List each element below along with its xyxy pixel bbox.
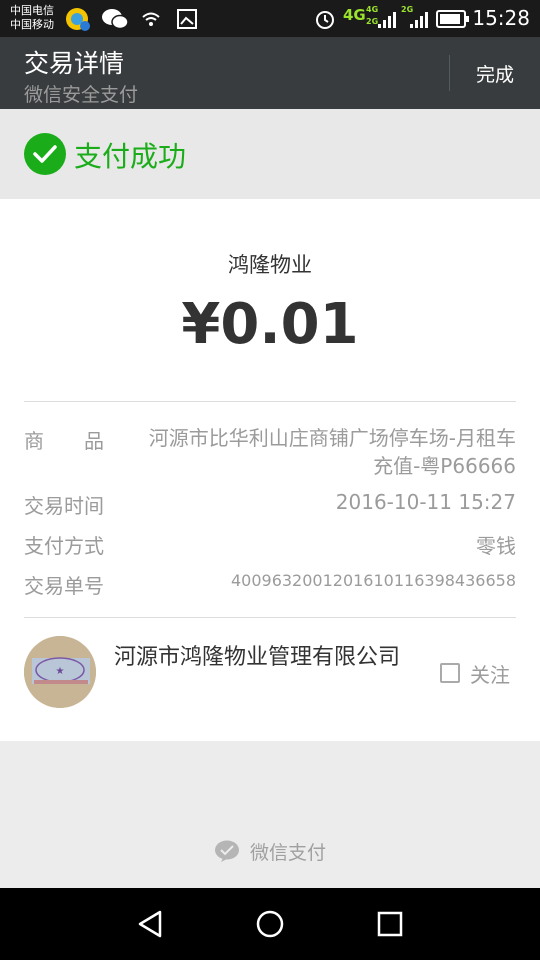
order-label: 交易单号 (24, 574, 104, 598)
back-icon[interactable] (130, 904, 170, 944)
alarm-icon (316, 11, 334, 29)
seal-image: ★ (24, 636, 96, 708)
carrier-bottom: 中国移动 (10, 18, 54, 31)
image-icon (177, 9, 197, 29)
goods-label: 商 品 (24, 429, 104, 453)
wechat-pay-icon (214, 840, 239, 862)
carrier-top: 中国电信 (10, 4, 54, 17)
goods-value: 河源市比华利山庄商铺广场停车场-月租车充值-粤P66666 (148, 426, 516, 478)
home-icon[interactable] (250, 904, 290, 944)
app-notification-icon (66, 8, 90, 31)
footer-brand: 微信支付 (0, 835, 540, 867)
order-value: 4009632001201610116398436658 (230, 571, 516, 590)
payment-amount: ¥0.01 (181, 292, 359, 357)
account-avatar[interactable]: ★ (24, 636, 96, 708)
company-name[interactable]: 河源市鸿隆物业管理有限公司 (114, 643, 414, 672)
payment-status-bar: 支付成功 (0, 109, 540, 199)
svg-text:★: ★ (56, 666, 65, 677)
battery-icon (436, 10, 469, 28)
system-nav-bar (0, 888, 540, 960)
recents-icon[interactable] (370, 904, 410, 944)
payment-status-text: 支付成功 (74, 140, 187, 173)
receipt-card: 鸿隆物业 ¥0.01 商 品 河源市比华利山庄商铺广场停车场-月租车充值-粤P6… (0, 199, 540, 741)
carrier-info: 中国电信 中国移动 (10, 4, 54, 32)
method-value: 零钱 (476, 534, 516, 558)
wechat-icon (102, 9, 129, 30)
time-label: 交易时间 (24, 494, 104, 518)
network-type: 4G (343, 6, 366, 24)
follow-label: 关注 (470, 662, 510, 687)
divider (24, 617, 516, 618)
divider (24, 401, 516, 402)
method-label: 支付方式 (24, 534, 104, 558)
app-bar: 交易详情 微信安全支付 完成 (0, 37, 540, 109)
checkbox-box[interactable] (440, 663, 460, 683)
follow-checkbox[interactable]: 关注 (440, 658, 510, 688)
wifi-icon (142, 12, 160, 26)
page-subtitle: 微信安全支付 (24, 84, 139, 106)
merchant-name: 鸿隆物业 (228, 253, 312, 277)
success-badge (24, 133, 66, 175)
check-icon (33, 145, 57, 163)
done-button[interactable]: 完成 (450, 37, 540, 109)
page-title: 交易详情 (24, 49, 125, 78)
signal-icon-2 (410, 12, 428, 28)
footer-brand-text: 微信支付 (249, 841, 326, 864)
status-bar: 中国电信 中国移动 4G 4G 2G 2G 15:28 (0, 0, 540, 37)
status-time: 15:28 (472, 6, 530, 30)
signal-icon (378, 12, 396, 28)
time-value: 2016-10-11 15:27 (335, 490, 516, 514)
